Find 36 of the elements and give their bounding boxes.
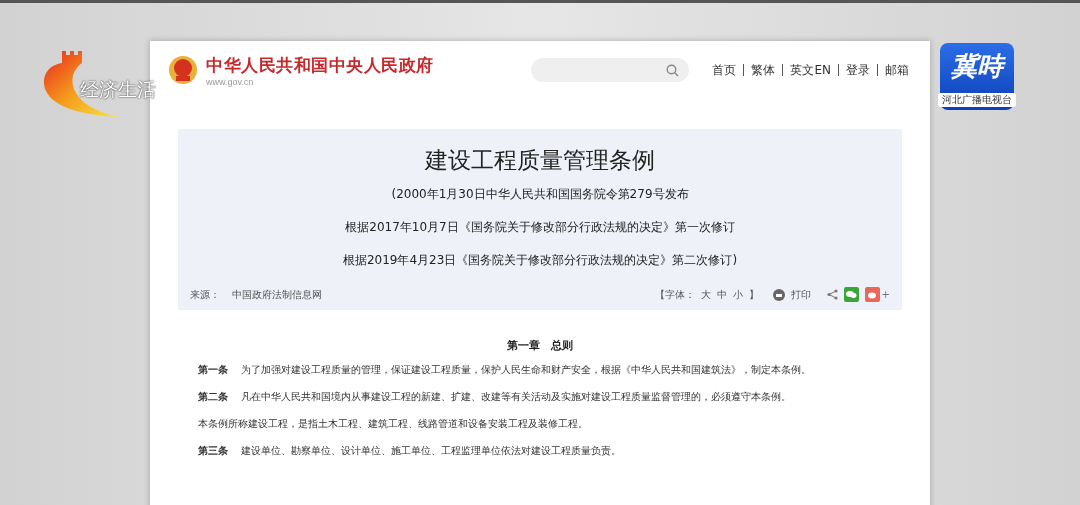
nav-link[interactable]: 首页 xyxy=(705,61,744,79)
article-number: 第一条 xyxy=(198,364,228,375)
search-field[interactable] xyxy=(531,58,690,82)
site-name: 中华人民共和国中央人民政府 xyxy=(206,53,434,77)
nav-link[interactable]: 登录 xyxy=(839,61,877,79)
article-text: 本条例所称建设工程，是指土木工程、建筑工程、线路管道和设备安装工程及装修工程。 xyxy=(198,418,588,429)
document-note: (2000年1月30日中华人民共和国国务院令第279号发布 xyxy=(391,186,689,203)
article-text: 凡在中华人民共和国境内从事建设工程的新建、扩建、改建等有关活动及实施对建设工程质量监督管理的，必须遵守本条例。 xyxy=(241,391,792,402)
emblem-icon xyxy=(168,55,198,85)
chapter-heading: 第一章 总则 xyxy=(506,338,574,353)
nav-link[interactable]: 英文EN xyxy=(783,61,838,79)
source-name: 中国政府法制信息网 xyxy=(232,287,322,302)
search-icon[interactable] xyxy=(666,63,680,77)
font-size-label: 【字体： xyxy=(654,287,695,302)
app-logo-subtitle: 河北广播电视台 xyxy=(938,93,1016,107)
channel-name: 经济生活 xyxy=(80,77,156,102)
source-label: 来源： xyxy=(190,287,220,302)
article-number: 第三条 xyxy=(198,445,228,456)
article-number: 第二条 xyxy=(198,391,228,402)
font-size-link[interactable]: 大 xyxy=(700,287,711,302)
more-share-link[interactable]: + xyxy=(881,289,890,300)
site-domain: www.gov.cn xyxy=(206,76,255,87)
printer-icon[interactable] xyxy=(772,288,785,301)
document-note: 根据2019年4月23日《国务院关于修改部分行政法规的决定》第二次修订) xyxy=(342,252,738,269)
nav-link[interactable]: 繁体 xyxy=(744,61,783,79)
share-icon[interactable] xyxy=(826,289,838,300)
nav-link[interactable]: 邮箱 xyxy=(878,61,916,79)
font-size-link[interactable]: 中 xyxy=(716,287,727,302)
print-link[interactable]: 打印 xyxy=(790,287,811,302)
article-text: 为了加强对建设工程质量的管理，保证建设工程质量，保护人民生命和财产安全，根据《中华人民共和国建筑法》，制定本条例。 xyxy=(241,364,812,375)
wechat-icon[interactable] xyxy=(843,287,859,302)
font-size-link[interactable]: 小 xyxy=(732,287,743,302)
document-title: 建设工程质量管理条例 xyxy=(425,146,655,175)
font-size-bracket: 】 xyxy=(748,287,759,302)
article-text: 建设单位、勘察单位、设计单位、施工单位、工程监理单位依法对建设工程质量负责。 xyxy=(241,445,622,456)
document-note: 根据2017年10月7日《国务院关于修改部分行政法规的决定》第一次修订 xyxy=(345,219,735,236)
